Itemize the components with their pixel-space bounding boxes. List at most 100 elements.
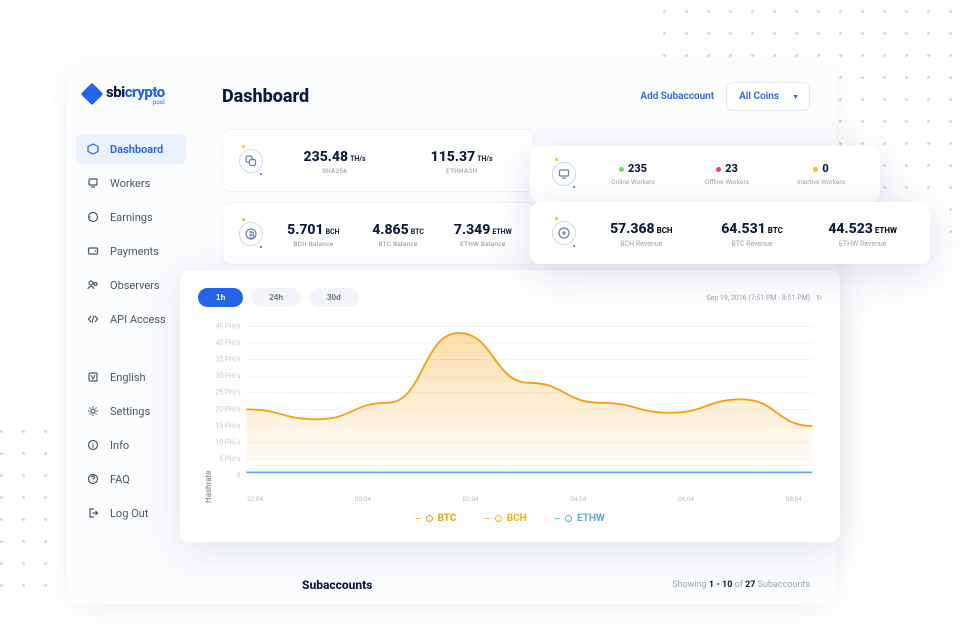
stat-value: 44.523 <box>828 221 873 237</box>
legend-item-ethw[interactable]: — ETHW <box>555 513 605 524</box>
sidebar-item-label: Info <box>110 439 129 452</box>
sidebar-item-settings[interactable]: Settings <box>76 396 186 426</box>
stat-label: Online Workers <box>611 178 655 186</box>
revenue-card-icon <box>552 221 576 245</box>
stat-value: 4.865 <box>372 222 408 238</box>
stat-value: 0 <box>822 162 828 175</box>
stat-unit: TH/s <box>350 155 365 163</box>
legend-item-bch[interactable]: — BCH <box>484 513 526 524</box>
stat-value: 23 <box>725 162 738 175</box>
stat-label: ETHW Balance <box>460 240 505 248</box>
x-tick: 02:04 <box>463 495 479 503</box>
sidebar-item-earnings[interactable]: Earnings <box>76 202 186 232</box>
coin-select[interactable]: All Coins <box>726 82 810 111</box>
nav-secondary: English Settings Info FAQ Log Out <box>76 362 186 528</box>
y-tick: 35 PH/s <box>215 356 240 364</box>
nav-primary: Dashboard Workers Earnings Payments Observer… <box>76 134 186 334</box>
stat-value: 64.531 <box>721 221 766 237</box>
logo[interactable]: sbicrypto pool <box>84 82 186 106</box>
revenue-bch: 57.368BCH BCH Revenue <box>596 218 687 248</box>
legend-label: BCH <box>507 513 527 524</box>
balance-bch: 5.701BCH BCH Balance <box>279 219 348 248</box>
stat-unit: ETHW <box>492 228 511 236</box>
payments-icon <box>86 244 100 258</box>
stat-value: 57.368 <box>610 221 655 237</box>
stat-unit: BCH <box>657 226 673 235</box>
y-tick: 25 PH/s <box>215 389 240 397</box>
stat-label: BCH Balance <box>293 240 333 248</box>
revenue-ethw: 44.523ETHW ETHW Revenue <box>817 218 908 248</box>
offline-dot-icon <box>716 167 721 172</box>
stat-label: SHA256 <box>322 167 347 175</box>
chart-date-range: Sep 19, 2016 (7:51 PM - 8:51 PM) ↻ <box>706 294 822 302</box>
subaccounts-title: Subaccounts <box>302 578 372 592</box>
sidebar-item-label: Payments <box>110 245 159 258</box>
sidebar-item-label: English <box>110 371 146 384</box>
sidebar-item-api-access[interactable]: API Access <box>76 304 186 334</box>
stat-label: ETHHASH <box>446 167 477 175</box>
range-pill-30d[interactable]: 30d <box>309 288 359 307</box>
range-pill-24h[interactable]: 24h <box>251 288 301 307</box>
logout-icon <box>86 506 100 520</box>
sidebar-item-dashboard[interactable]: Dashboard <box>76 134 186 164</box>
y-tick: 40 PH/s <box>215 339 240 347</box>
sidebar-item-payments[interactable]: Payments <box>76 236 186 266</box>
language-icon <box>86 370 100 384</box>
chart-area: 45 PH/s40 PH/s35 PH/s30 PH/s25 PH/s20 PH… <box>213 319 822 503</box>
y-tick: 45 PH/s <box>215 322 240 330</box>
stat-label: Offline Workers <box>705 178 749 186</box>
stat-label: BTC Revenue <box>731 240 772 248</box>
x-tick: 06:04 <box>678 495 694 503</box>
revenue-card: 57.368BCH BCH Revenue 64.531BTC BTC Reve… <box>530 202 930 264</box>
workers-card: 235 Online Workers 23 Offline Workers 0 … <box>530 146 880 202</box>
legend-dot-icon <box>495 515 502 522</box>
sidebar-item-faq[interactable]: FAQ <box>76 464 186 494</box>
x-tick: 00:04 <box>355 495 371 503</box>
sidebar-item-label: FAQ <box>110 473 130 486</box>
range-pill-1h[interactable]: 1h <box>198 288 243 307</box>
stat-unit: ETHW <box>875 226 897 235</box>
subaccounts-pagination: Showing 1 - 10 of 27 Subaccounts <box>672 580 810 590</box>
workers-card-icon <box>552 162 576 186</box>
sidebar-item-info[interactable]: Info <box>76 430 186 460</box>
subaccounts-bar: Subaccounts Showing 1 - 10 of 27 Subacco… <box>302 578 810 592</box>
balance-ethw: 7.349ETHW ETHW Balance <box>448 219 517 248</box>
legend-line-icon: — <box>555 515 560 523</box>
sidebar-item-observers[interactable]: Observers <box>76 270 186 300</box>
stat-label: ETHW Revenue <box>839 240 887 248</box>
x-axis-ticks: 22:0400:0402:0404:0406:0408:04 <box>213 493 822 503</box>
revenue-btc: 64.531BTC BTC Revenue <box>707 218 798 248</box>
sidebar-item-label: Log Out <box>110 507 148 520</box>
stat-label: BCH Revenue <box>620 240 662 248</box>
sidebar-item-log-out[interactable]: Log Out <box>76 498 186 528</box>
faq-icon <box>86 472 100 486</box>
sidebar-item-label: Earnings <box>110 211 153 224</box>
legend-item-btc[interactable]: —BTC <box>415 513 456 524</box>
add-subaccount-button[interactable]: Add Subaccount <box>640 91 714 102</box>
observers-icon <box>86 278 100 292</box>
workers-offline: 23 Offline Workers <box>690 162 764 186</box>
legend-label: ETHW <box>577 513 605 524</box>
sidebar-item-english[interactable]: English <box>76 362 186 392</box>
sidebar-item-workers[interactable]: Workers <box>76 168 186 198</box>
legend-line-icon: — <box>415 515 420 523</box>
info-icon <box>86 438 100 452</box>
hashrate-ethhash: 115.37TH/s ETHHASH <box>406 146 517 175</box>
x-tick: 22:04 <box>247 495 263 503</box>
sidebar: sbicrypto pool Dashboard Workers Earnings P… <box>66 64 196 604</box>
chart-meta-text: Sep 19, 2016 (7:51 PM - 8:51 PM) <box>706 294 810 302</box>
legend-dot-icon <box>426 515 433 522</box>
range-pills: 1h 24h 30d <box>198 288 359 307</box>
sidebar-item-label: API Access <box>110 313 166 326</box>
legend-line-icon: — <box>484 515 489 523</box>
stat-label: BTC Balance <box>378 240 417 248</box>
inactive-dot-icon <box>813 167 818 172</box>
refresh-icon[interactable]: ↻ <box>816 294 822 302</box>
settings-icon <box>86 404 100 418</box>
hashrate-sha256: 235.48TH/s SHA256 <box>279 146 390 175</box>
earnings-icon <box>86 210 100 224</box>
sidebar-item-label: Dashboard <box>110 143 163 156</box>
hashrate-chart: 45 PH/s40 PH/s35 PH/s30 PH/s25 PH/s20 PH… <box>213 319 822 489</box>
stat-unit: BTC <box>768 226 783 235</box>
sidebar-item-label: Settings <box>110 405 150 418</box>
